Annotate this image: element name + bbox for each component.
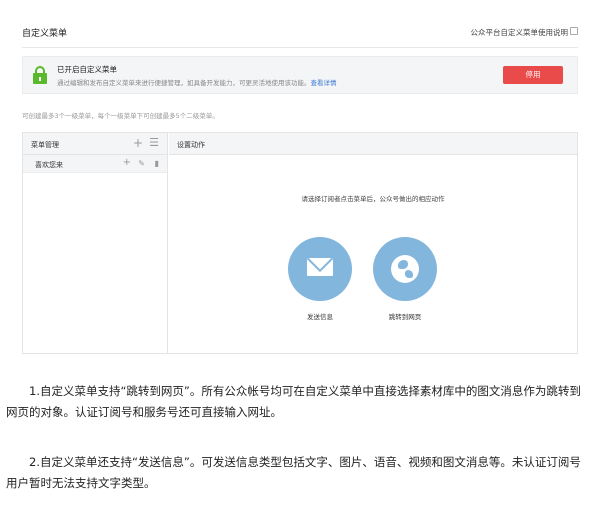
menu-management-panel: 菜单管理 + ☰ 喜欢您来 + ✎ ▮ [23, 133, 168, 353]
action-panel-title: 设置动作 [177, 141, 205, 149]
send-message-button[interactable] [288, 237, 352, 301]
mail-icon [307, 258, 333, 276]
document-icon[interactable] [570, 27, 578, 35]
custom-menu-screen: 自定义菜单 公众平台自定义菜单使用说明 已开启自定义菜单 通过编辑和发布自定义菜… [0, 0, 600, 358]
article-paragraph-2: 2.自定义菜单还支持“发送信息”。可发送信息类型包括文字、图片、语音、视频和图文… [6, 455, 581, 490]
divider [22, 47, 578, 48]
menu-editor: 菜单管理 + ☰ 喜欢您来 + ✎ ▮ 设置动作 请选择订阅者点击菜单后，公众号… [22, 132, 578, 354]
article-paragraph-1: 1.自定义菜单支持“跳转到网页”。所有公众帐号均可在自定义菜单中直接选择素材库中… [6, 384, 581, 419]
help-link[interactable]: 公众平台自定义菜单使用说明 [471, 27, 569, 38]
top-bar: 自定义菜单 公众平台自定义菜单使用说明 [22, 22, 578, 44]
action-panel-header: 设置动作 [169, 133, 577, 155]
menu-item-label: 喜欢您来 [35, 161, 63, 169]
view-details-link[interactable]: 查看详情 [311, 79, 337, 87]
menu-panel-header: 菜单管理 + ☰ [23, 133, 167, 155]
notice-title: 已开启自定义菜单 [57, 65, 117, 74]
limit-note: 可创建最多3个一级菜单，每个一级菜单下可创建最多5个二级菜单。 [22, 112, 219, 120]
globe-icon [391, 255, 419, 283]
jump-to-webpage-button[interactable] [373, 237, 437, 301]
send-message-label: 发送信息 [307, 313, 333, 321]
action-prompt: 请选择订阅者点击菜单后，公众号做出的相应动作 [301, 195, 445, 203]
status-notice: 已开启自定义菜单 通过编辑和发布自定义菜单来进行便捷管理，如具备开发能力，可更灵… [22, 56, 578, 94]
menu-item[interactable]: 喜欢您来 + ✎ ▮ [23, 155, 167, 173]
jump-to-webpage-label: 跳转到网页 [388, 313, 422, 321]
notice-description-text: 通过编辑和发布自定义菜单来进行便捷管理，如具备开发能力，可更灵活地使用该功能。 [57, 79, 311, 87]
menu-panel-title: 菜单管理 [31, 141, 59, 149]
add-submenu-icon[interactable]: + [123, 157, 131, 169]
stop-button[interactable]: 停用 [503, 66, 563, 84]
trash-icon[interactable]: ▮ [155, 158, 159, 170]
edit-icon[interactable]: ✎ [138, 158, 145, 170]
add-menu-icon[interactable]: + [133, 136, 143, 150]
notice-description: 通过编辑和发布自定义菜单来进行便捷管理，如具备开发能力，可更灵活地使用该功能。查… [57, 77, 337, 87]
lock-icon [33, 66, 47, 84]
page-title: 自定义菜单 [22, 29, 68, 39]
action-panel: 设置动作 请选择订阅者点击菜单后，公众号做出的相应动作 发送信息 跳转到网页 [169, 133, 577, 353]
sort-icon[interactable]: ☰ [149, 136, 159, 150]
